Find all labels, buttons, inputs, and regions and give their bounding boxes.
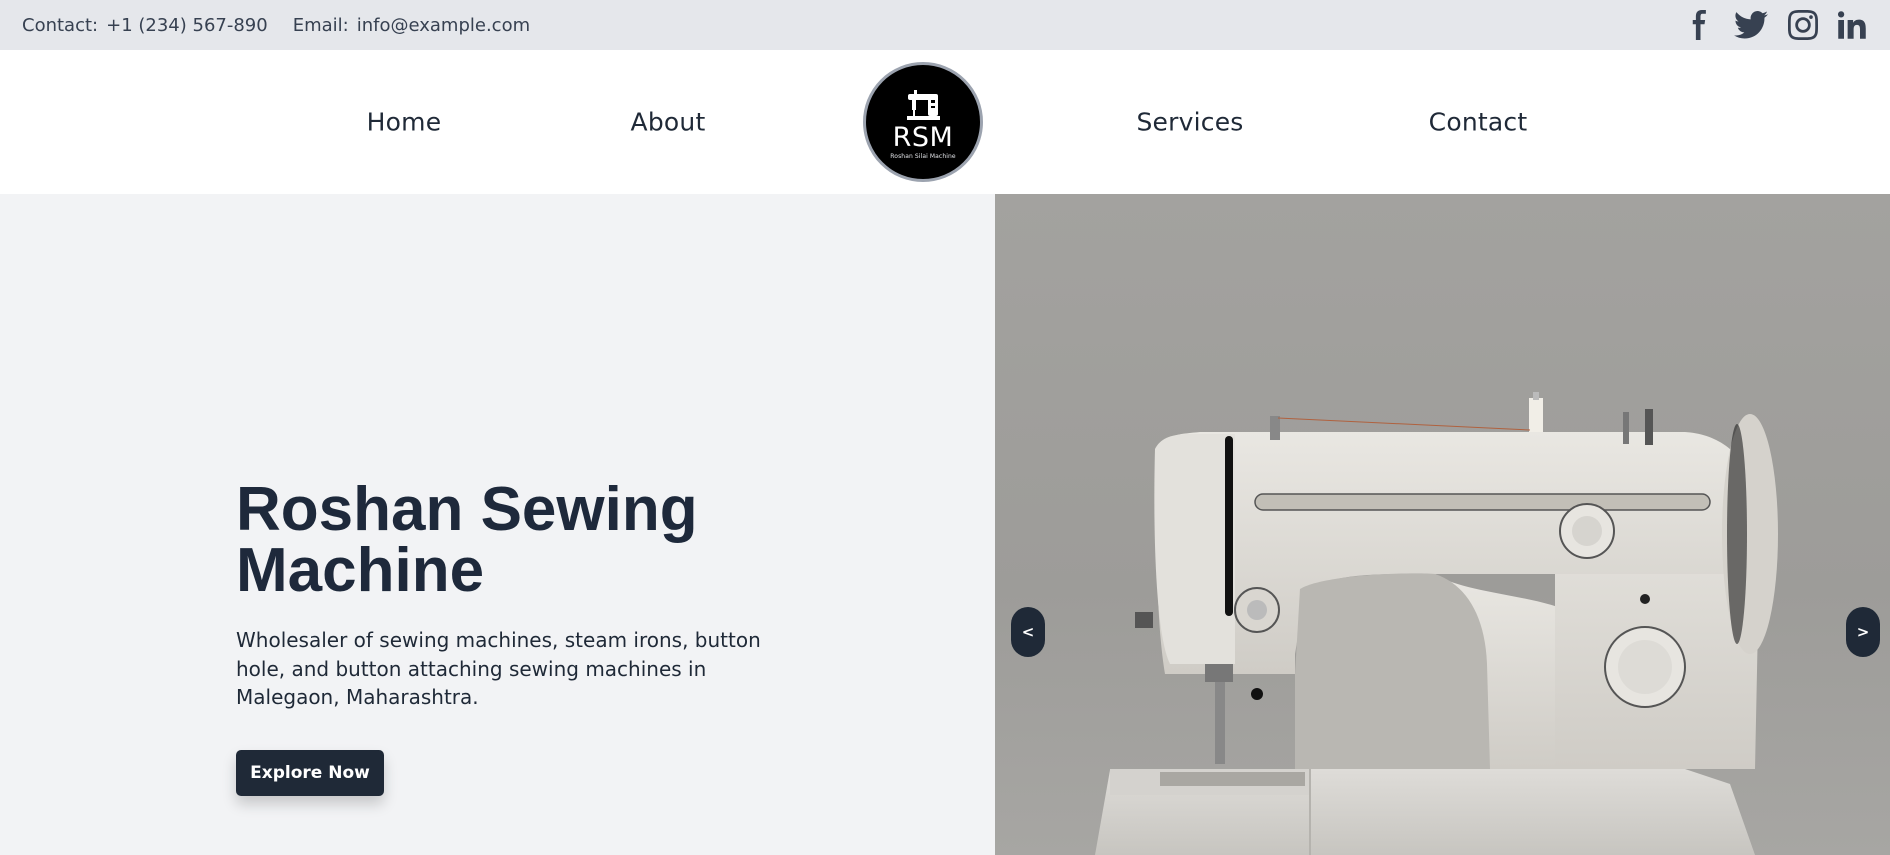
- hero-text-panel: Roshan Sewing Machine Wholesaler of sewi…: [0, 194, 995, 855]
- brand-logo[interactable]: RSM Roshan Silai Machine: [863, 62, 983, 182]
- linkedin-icon[interactable]: [1838, 10, 1868, 40]
- main-navbar: Home About RSM Roshan Silai Machine Serv…: [0, 50, 1890, 194]
- twitter-icon[interactable]: [1734, 10, 1768, 40]
- hero-title: Roshan Sewing Machine: [236, 479, 796, 602]
- social-links: [1684, 10, 1868, 40]
- sewing-machine-logo-icon: [907, 89, 940, 120]
- carousel-next-button[interactable]: >: [1846, 607, 1880, 657]
- hero-image-carousel: < >: [995, 194, 1890, 855]
- sewing-machine-image: [1095, 392, 1778, 855]
- nav-home[interactable]: Home: [367, 108, 442, 137]
- nav-services[interactable]: Services: [1136, 108, 1243, 137]
- phone-number[interactable]: +1 (234) 567-890: [106, 15, 268, 36]
- explore-now-button[interactable]: Explore Now: [236, 750, 384, 796]
- instagram-icon[interactable]: [1788, 10, 1818, 40]
- facebook-icon[interactable]: [1684, 10, 1714, 40]
- carousel-prev-button[interactable]: <: [1011, 607, 1045, 657]
- logo-subtext: Roshan Silai Machine: [890, 152, 956, 160]
- nav-about[interactable]: About: [631, 108, 706, 137]
- top-contact-bar: Contact: +1 (234) 567-890 Email: info@ex…: [0, 0, 1890, 50]
- hero-description: Wholesaler of sewing machines, steam iro…: [236, 628, 761, 709]
- nav-contact[interactable]: Contact: [1429, 108, 1528, 137]
- logo-text: RSM: [892, 121, 954, 153]
- email-contact: Email: info@example.com: [293, 15, 530, 36]
- phone-contact: Contact: +1 (234) 567-890: [22, 15, 268, 36]
- email-address[interactable]: info@example.com: [357, 15, 530, 36]
- contact-label: Contact:: [22, 14, 99, 36]
- hero-title-line1: Roshan Sewing: [236, 475, 698, 544]
- email-label: Email:: [292, 14, 349, 36]
- contact-info: Contact: +1 (234) 567-890 Email: info@ex…: [22, 15, 530, 36]
- hero-title-line2: Machine: [236, 536, 485, 605]
